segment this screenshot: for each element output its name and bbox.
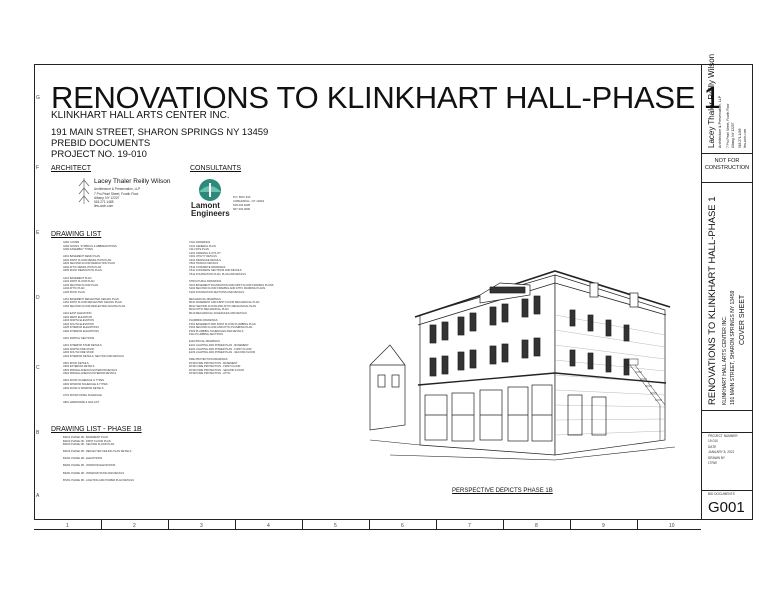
tb-project-address: 191 MAIN STREET, SHARON SPRINGS NY 13459 xyxy=(730,290,736,405)
drawing-list-item: A701 ROOM FINISH SCHEDULE xyxy=(63,393,102,397)
drawing-list-item: P111 PLUMBING SECTIONS xyxy=(189,333,223,337)
perspective-caption: PERSPECTIVE DEPICTS PHASE 1B xyxy=(452,488,553,494)
tb-divider-2 xyxy=(701,182,753,183)
drawing-list-item: B2201 PHASE 1B - INTERIOR ELEVATIONS xyxy=(63,464,116,468)
drawing-list-1b-heading: DRAWING LIST - PHASE 1B xyxy=(51,426,142,433)
project-address: 191 MAIN STREET, SHARON SPRINGS NY 13459 xyxy=(51,127,269,138)
grid-letter: G xyxy=(36,95,40,101)
drawing-list-item: A504 MISCELLANEOUS INTERIOR DETAILS xyxy=(63,372,117,376)
architect-heading: ARCHITECT xyxy=(51,165,92,172)
architect-logo xyxy=(76,176,92,206)
tb-divider-4 xyxy=(701,432,753,433)
tb-project-client: KLINKHART HALL ARTS CENTER INC. xyxy=(722,315,728,405)
drawing-list-item: M110 MECHANICAL SCHEDULES AND DETAILS xyxy=(189,312,247,315)
tb-date-label: DATE xyxy=(708,445,717,449)
drawing-list-item: B2301 PHASE 1B - INTERIOR STAIR AND DETA… xyxy=(63,471,125,475)
tb-firm-phone: 518.271.1485 xyxy=(738,128,742,149)
grid-number-bar xyxy=(34,520,701,530)
tb-project-number-label: PROJECT NUMBER xyxy=(708,434,738,438)
consultants-heading: CONSULTANTS xyxy=(190,165,242,172)
tb-firm-sub: Architecture & Preservation, LLP xyxy=(718,95,722,148)
tb-firm-name: Lacey Thaler Reilly Wilson xyxy=(707,53,716,148)
drawing-list-item: E103 LIGHTING AND POWER PLAN - SECOND FL… xyxy=(189,351,256,355)
tb-drawn-by-label: DRAWN BY xyxy=(708,456,726,460)
grid-letter: D xyxy=(36,295,40,301)
architect-website: ltrw-arch.com xyxy=(94,204,114,208)
tb-firm-addr1: 7 Pru Pearl Street, Fourth Floor xyxy=(726,103,730,148)
drawing-list-item: A301 PARTIAL SECTIONS xyxy=(63,336,95,340)
tb-firm-web: ltrw-arch.com xyxy=(743,128,747,148)
drawing-list-item: G003 ASSEMBLY TYPES xyxy=(63,248,93,252)
drawing-list-item: B1103 PHASE 1B - SECOND FLOOR PLAN xyxy=(63,443,115,447)
drawing-list-item: C512 FOUNDATION PLAN, PLAN AND DETAILS xyxy=(189,272,246,276)
client-name: KLINKHART HALL ARTS CENTER INC. xyxy=(51,110,230,121)
tb-drawn-by: LTRW xyxy=(708,461,717,465)
drawing-list-item: B7201 PHASE 1B - LIGHTING AND POWER PLAN… xyxy=(63,478,134,482)
drawing-list-item: B1104 PHASE 1B - REFLECTED CEILING PLAN … xyxy=(63,450,132,454)
tb-firm-addr2: Albany, NY 12207 xyxy=(731,122,735,148)
drawing-list-item: A005 ROOF DEMOLITION PLAN xyxy=(63,269,102,273)
drawing-list-item: FP103 FIRE PROTECTION - ATTIC xyxy=(189,372,231,376)
tb-bid-label: BID DOCUMENTS xyxy=(708,492,735,496)
drawing-list-item: A603 DOOR & WINDOW DETAILS xyxy=(63,386,104,390)
drawing-list-item: A153 SECOND FLOOR REFLECTED CEILING PLAN xyxy=(63,304,126,308)
grid-letter: B xyxy=(36,430,40,436)
grid-letter: A xyxy=(36,493,40,499)
prebid-label: PREBID DOCUMENTS xyxy=(51,138,151,149)
tb-divider-1 xyxy=(701,153,753,154)
drawing-list-heading: DRAWING LIST xyxy=(51,231,102,238)
tb-project-number: 19-010 xyxy=(708,439,718,443)
grid-letter: E xyxy=(36,230,40,236)
tb-date: JANUARY 8, 2021 xyxy=(708,450,735,454)
tb-sheet-title: COVER SHEET xyxy=(739,294,746,345)
drawing-list-item: S103 FOUNDATION SECTIONS AND DETAILS xyxy=(189,290,245,294)
tb-project-title: RENOVATIONS TO KLINKHART HALL-PHASE 1 xyxy=(707,196,718,405)
not-for-construction: NOT FOR CONSTRUCTION xyxy=(704,158,750,171)
tb-divider-3 xyxy=(701,410,753,411)
architect-name: Lacey Thaler Reilly Wilson xyxy=(94,178,171,185)
tb-divider-5 xyxy=(701,490,753,491)
lamont-logo: Lamont Engineers xyxy=(191,179,230,218)
building-perspective xyxy=(369,270,676,461)
grid-letter: F xyxy=(36,165,40,171)
drawing-list-item: A801 HARDWARE & ADA LIST xyxy=(63,400,100,404)
drawing-list-item: A206 INTERIOR ELEVATIONS xyxy=(63,329,99,333)
drawing-list-item: B1201 PHASE 1B - ELEVATIONS xyxy=(63,457,103,461)
drawing-list-item: A404 INTERIOR DETAILS, SECTION AND DETAI… xyxy=(63,354,124,358)
project-number: PROJECT NO. 19-010 xyxy=(51,149,147,160)
lamont-wordmark-bottom: Engineers xyxy=(191,209,230,218)
grid-letter: C xyxy=(36,365,40,371)
consultant-phone-2: 607.334.0000 xyxy=(233,207,251,211)
drawing-list-item: A105 ROOF PLAN xyxy=(63,290,85,294)
sheet-number: G001 xyxy=(708,499,745,516)
architect-subtitle: Architecture & Preservation, LLP xyxy=(94,187,141,191)
